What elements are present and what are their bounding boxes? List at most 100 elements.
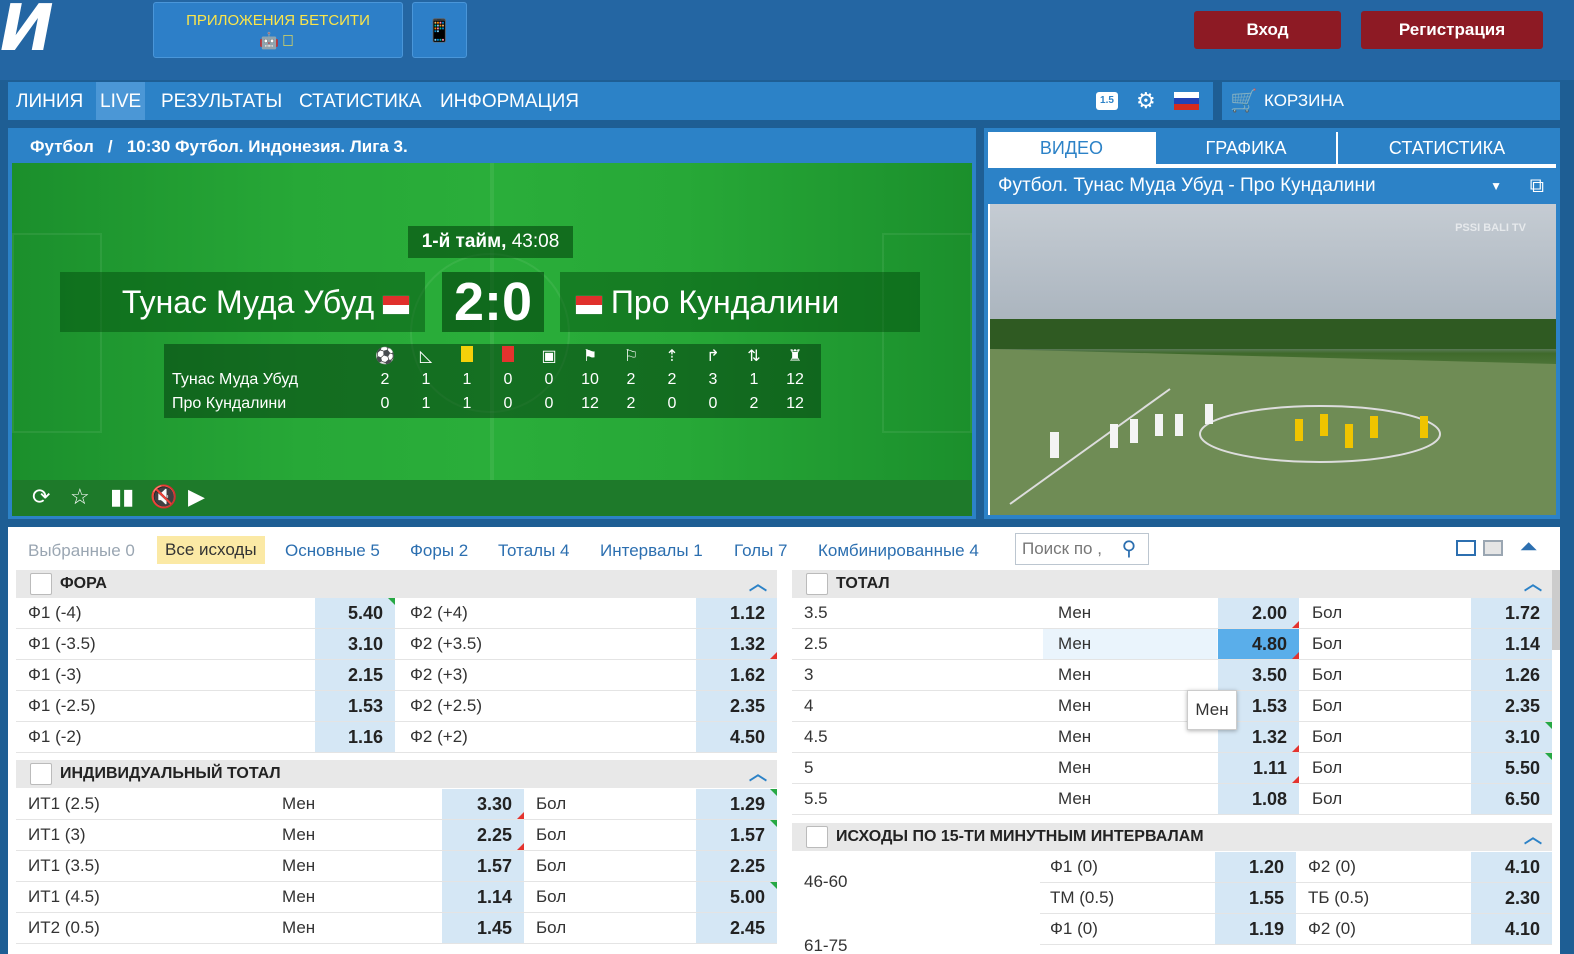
section-checkbox[interactable] [30, 763, 52, 785]
odd-button[interactable]: 4.10 [1471, 914, 1552, 944]
search-input[interactable]: Поиск по , ⚲ [1015, 533, 1149, 565]
chevron-up-icon[interactable]: ︿ [749, 760, 767, 788]
tab-graphics[interactable]: ГРАФИКА [1156, 132, 1336, 164]
youtube-icon[interactable]: ▶ [188, 484, 205, 510]
section-fora-header[interactable]: ФОРА ︿ [16, 570, 777, 598]
section-checkbox[interactable] [30, 573, 52, 595]
gear-icon[interactable]: ⚙ [1136, 88, 1156, 114]
popout-icon[interactable]: ⧉ [1530, 168, 1544, 204]
star-icon[interactable]: ☆ [70, 484, 90, 510]
odd-button[interactable]: 3.30 [442, 789, 524, 819]
filter-all[interactable]: Все исходы [157, 536, 265, 564]
breadcrumb[interactable]: Футбол / 10:30 Футбол. Индонезия. Лига 3… [30, 137, 408, 157]
section-individual-total-header[interactable]: ИНДИВИДУАЛЬНЫЙ ТОТАЛ ︿ [16, 760, 777, 788]
over-label: Бол [536, 825, 567, 844]
login-button[interactable]: Вход [1194, 11, 1341, 49]
scrollbar[interactable] [1552, 570, 1560, 650]
odd-button[interactable]: 2.25 [696, 851, 777, 881]
odd-button[interactable]: 3.50 [1218, 660, 1299, 690]
odd-button[interactable]: 1.32 [696, 629, 777, 659]
search-icon[interactable]: ⚲ [1114, 534, 1144, 564]
nav-results[interactable]: РЕЗУЛЬТАТЫ [161, 82, 282, 120]
indonesia-flag-icon [383, 295, 409, 314]
odd-button[interactable]: 4.80 [1218, 629, 1299, 659]
filter-totals[interactable]: Тоталы 4 [498, 540, 570, 562]
video-title-select[interactable]: Футбол. Тунас Муда Убуд - Про Кундалини … [988, 168, 1556, 204]
betcity-logo[interactable]: И [0, 0, 60, 58]
odd-button[interactable]: 1.11 [1218, 753, 1299, 783]
sound-muted-icon[interactable]: 🔇 [150, 484, 177, 510]
odd-button[interactable]: 1.62 [696, 660, 777, 690]
odd-button[interactable]: 1.16 [315, 722, 395, 752]
section-intervals-header[interactable]: ИСХОДЫ ПО 15-ТИ МИНУТНЫМ ИНТЕРВАЛАМ ︿ [792, 823, 1552, 851]
interval-period-label: 46-60 [804, 872, 848, 891]
odd-button[interactable]: 1.20 [1215, 852, 1296, 882]
odd-button[interactable]: 2.25 [442, 820, 524, 850]
apps-button[interactable]: ПРИЛОЖЕНИЯ БЕТСИТИ 🤖 [153, 2, 403, 58]
cart-button[interactable]: 🛒 КОРЗИНА [1222, 82, 1560, 120]
odd-button[interactable]: 1.57 [442, 851, 524, 881]
odd-button[interactable]: 1.12 [696, 598, 777, 628]
stats-bar-icon[interactable]: ▮▮ [110, 484, 134, 510]
odd-button[interactable]: 1.57 [696, 820, 777, 850]
filter-selected[interactable]: Выбранные 0 [28, 540, 135, 562]
odd-button[interactable]: 1.26 [1471, 660, 1552, 690]
layout-one-column-icon[interactable] [1483, 540, 1503, 556]
odd-button[interactable]: 1.19 [1215, 914, 1296, 944]
odds-format-icon[interactable]: 1.5 [1096, 92, 1118, 110]
odd-button[interactable]: 1.72 [1471, 598, 1552, 628]
tab-statistics[interactable]: СТАТИСТИКА [1338, 132, 1556, 164]
section-checkbox[interactable] [806, 826, 828, 848]
odd-button[interactable]: 5.40 [315, 598, 395, 628]
nav-live[interactable]: LIVE [96, 82, 146, 120]
layout-two-columns-icon[interactable] [1456, 540, 1476, 556]
odd-button[interactable]: 4.10 [1471, 852, 1552, 882]
stat-cell: 1 [421, 395, 431, 412]
odd-button[interactable]: 5.50 [1471, 753, 1552, 783]
chevron-up-icon[interactable]: ︿ [1524, 823, 1542, 851]
odd-button[interactable]: 2.45 [696, 913, 777, 943]
register-button[interactable]: Регистрация [1361, 11, 1543, 49]
odd-button[interactable]: 2.15 [315, 660, 395, 690]
odd-button[interactable]: 1.29 [696, 789, 777, 819]
odd-button[interactable]: 1.53 [315, 691, 395, 721]
nav-line[interactable]: ЛИНИЯ [16, 82, 83, 120]
odd-button[interactable]: 1.14 [1471, 629, 1552, 659]
odd-button[interactable]: 5.00 [696, 882, 777, 912]
nav-statistics[interactable]: СТАТИСТИКА [299, 82, 422, 120]
tab-video[interactable]: ВИДЕО [989, 132, 1154, 164]
collapse-all-icon[interactable]: ⏶ [1520, 534, 1538, 560]
odd-button[interactable]: 2.00 [1218, 598, 1299, 628]
odd-button[interactable]: 3.10 [315, 629, 395, 659]
odd-button[interactable]: 6.50 [1471, 784, 1552, 814]
section-checkbox[interactable] [806, 573, 828, 595]
nav-info[interactable]: ИНФОРМАЦИЯ [440, 82, 579, 120]
filter-intervals[interactable]: Интервалы 1 [600, 540, 703, 562]
filter-goals[interactable]: Голы 7 [734, 540, 787, 562]
language-flag-icon[interactable] [1174, 92, 1199, 110]
refresh-icon[interactable]: ⟳ [32, 484, 50, 510]
table-row: Ф1 (-3.5) Ф2 (+3.5) [16, 629, 777, 660]
odd-button[interactable]: 1.08 [1218, 784, 1299, 814]
stat-cell: 1 [462, 371, 472, 388]
odd-button[interactable]: 1.55 [1215, 883, 1296, 913]
odd-button[interactable]: 2.35 [1471, 691, 1552, 721]
odd-button[interactable]: 1.45 [442, 913, 524, 943]
outcome-label: Ф2 (0) [1308, 857, 1356, 876]
mobile-icon[interactable]: 📱 [412, 2, 467, 58]
outcome-label: Ф1 (0) [1050, 857, 1098, 876]
video-stream[interactable]: PSSI BALI TV [990, 204, 1556, 515]
odd-button[interactable]: 2.35 [696, 691, 777, 721]
filter-main[interactable]: Основные 5 [285, 540, 380, 562]
odd-button[interactable]: 3.10 [1471, 722, 1552, 752]
outcome-label: Ф2 (+4) [410, 603, 468, 622]
filter-combined[interactable]: Комбинированные 4 [818, 540, 979, 562]
odd-button[interactable]: 4.50 [696, 722, 777, 752]
odd-button[interactable]: 2.30 [1471, 883, 1552, 913]
section-total-header[interactable]: ТОТАЛ ︿ [792, 570, 1552, 598]
match-stats-table: ⚽ ◺ ▣ ⚑ ⚐ ⇡ ↱ ⇅ ♜ Тунас Муда Убуд 2 1 1 … [164, 344, 821, 418]
filter-handicap[interactable]: Форы 2 [410, 540, 468, 562]
odd-button[interactable]: 1.14 [442, 882, 524, 912]
chevron-up-icon[interactable]: ︿ [1524, 570, 1542, 598]
chevron-up-icon[interactable]: ︿ [749, 570, 767, 598]
